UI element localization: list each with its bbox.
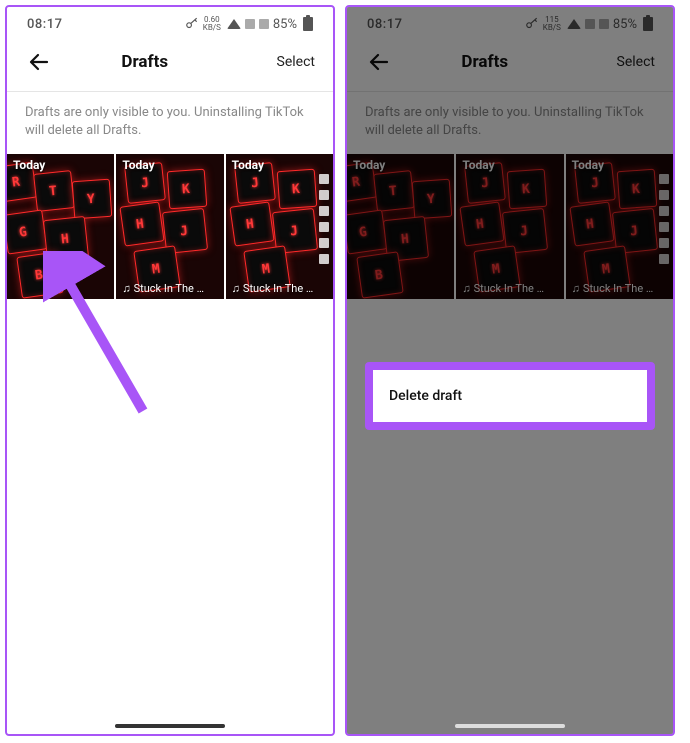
music-note-icon: ♫ [572,282,580,295]
delete-draft-button[interactable]: Delete draft [373,370,647,422]
draft-caption: ♫Stuck In The … [232,282,329,295]
home-indicator[interactable] [455,724,565,728]
draft-thumb: J K H J M [566,154,673,299]
draft-grid: R T Y G H B Today J K H J M Today ♫ [347,154,673,299]
draft-item-3[interactable]: J K H J M Today ♫Stuck In The … [566,154,673,299]
home-indicator[interactable] [115,724,225,728]
key-icon [525,17,539,31]
key-icon [185,17,199,31]
draft-item-3[interactable]: J K H J M Today ♫Stuck In The … [226,154,333,299]
battery-percentage: 85% [613,17,637,32]
draft-grid: R T Y G H B Today J K H J M Today ♫ [7,154,333,299]
select-button[interactable]: Select [617,54,655,70]
hint-text: Drafts are only visible to you. Uninstal… [7,92,333,154]
edit-side-icons [319,174,329,264]
draft-thumb: J K H J M [456,154,563,299]
status-right: 0.60 KB/S 85% [185,16,313,32]
battery-icon [303,17,313,31]
page-header: Drafts Select [347,37,673,87]
draft-thumb: J K H J M [226,154,333,299]
draft-date: Today [13,158,45,172]
wifi-icon [227,19,241,29]
annotation-highlight: Delete draft [365,362,655,430]
signal-icon-1 [245,19,255,29]
status-time: 08:17 [367,17,402,32]
battery-icon [643,17,653,31]
music-note-icon: ♫ [232,282,240,295]
battery-percentage: 85% [273,17,297,32]
side-icon [659,254,669,264]
signal-icon-1 [585,19,595,29]
draft-caption: ♫Stuck In The … [122,282,219,295]
draft-date: Today [232,158,264,172]
side-icon [659,206,669,216]
side-icon [319,206,329,216]
status-right: 115 KB/S 85% [525,16,653,32]
wifi-icon [567,19,581,29]
edit-side-icons [659,174,669,264]
signal-icon-2 [599,19,609,29]
draft-caption: ♫Stuck In The … [572,282,669,295]
side-icon [319,190,329,200]
side-icon [659,222,669,232]
draft-item-2[interactable]: J K H J M Today ♫Stuck In The … [456,154,563,299]
draft-item-1[interactable]: R T Y G H B Today [347,154,454,299]
page-title: Drafts [13,52,277,72]
signal-icon-2 [259,19,269,29]
side-icon [659,238,669,248]
net-speed: 115 KB/S [543,16,561,32]
page-header: Drafts Select [7,37,333,87]
draft-date: Today [572,158,604,172]
side-icon [319,238,329,248]
side-icon [319,174,329,184]
draft-date: Today [122,158,154,172]
side-icon [659,174,669,184]
draft-item-1[interactable]: R T Y G H B Today [7,154,114,299]
side-icon [319,222,329,232]
net-speed: 0.60 KB/S [203,16,221,32]
phone-right: 08:17 115 KB/S 85% Drafts Select D [345,5,675,736]
music-note-icon: ♫ [462,282,470,295]
status-bar: 08:17 0.60 KB/S 85% [7,7,333,37]
draft-thumb: R T Y G H B [7,154,114,299]
status-time: 08:17 [27,17,62,32]
phone-left: 08:17 0.60 KB/S 85% Drafts Select [5,5,335,736]
side-icon [659,190,669,200]
draft-item-2[interactable]: J K H J M Today ♫Stuck In The … [116,154,223,299]
hint-text: Drafts are only visible to you. Uninstal… [347,92,673,154]
action-sheet: Delete draft [365,362,655,430]
status-bar: 08:17 115 KB/S 85% [347,7,673,37]
music-note-icon: ♫ [122,282,130,295]
draft-thumb: R T Y G H B [347,154,454,299]
side-icon [319,254,329,264]
page-title: Drafts [353,52,617,72]
select-button[interactable]: Select [277,54,315,70]
draft-thumb: J K H J M [116,154,223,299]
draft-caption: ♫Stuck In The … [462,282,559,295]
draft-date: Today [353,158,385,172]
draft-date: Today [462,158,494,172]
